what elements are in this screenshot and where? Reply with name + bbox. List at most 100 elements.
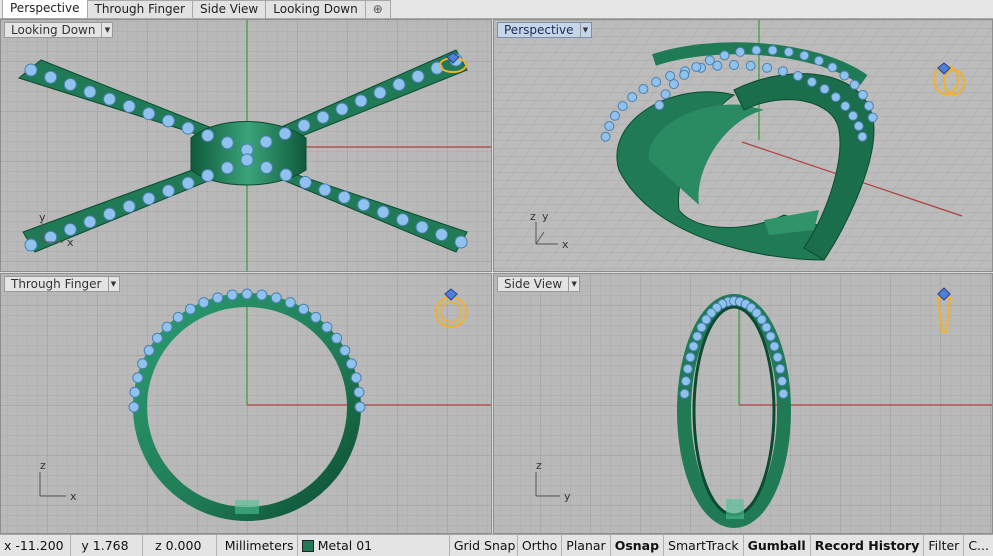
chevron-down-icon[interactable]: ▼: [568, 277, 579, 291]
gem: [376, 205, 390, 219]
gem: [735, 46, 746, 57]
gem: [435, 228, 449, 242]
tab-through-finger[interactable]: Through Finger: [86, 0, 193, 18]
gem: [411, 69, 425, 83]
gem: [63, 223, 77, 237]
chevron-down-icon[interactable]: ▼: [107, 277, 119, 291]
record-history-toggle[interactable]: Record History: [811, 535, 925, 556]
tab-looking-down[interactable]: Looking Down: [265, 0, 366, 18]
smarttrack-toggle[interactable]: SmartTrack: [664, 535, 744, 556]
more-options[interactable]: C...: [964, 535, 993, 556]
chevron-down-icon[interactable]: ▼: [579, 23, 591, 37]
gem: [181, 121, 195, 135]
viewport-label-looking-down[interactable]: Looking Down ▼: [4, 22, 114, 38]
units-display[interactable]: Millimeters: [217, 535, 298, 556]
gem: [849, 79, 860, 90]
osnap-toggle[interactable]: Osnap: [611, 535, 665, 556]
gem: [627, 92, 638, 103]
gem: [840, 101, 851, 112]
gem: [198, 297, 210, 309]
gem: [339, 345, 351, 356]
gem: [350, 372, 362, 384]
gem: [680, 376, 691, 387]
current-layer[interactable]: Metal 01: [298, 535, 450, 556]
viewport-label-through-finger[interactable]: Through Finger ▼: [4, 276, 120, 292]
gem: [181, 176, 195, 190]
gem: [24, 238, 38, 252]
gem: [259, 135, 273, 149]
gem: [682, 363, 693, 374]
gem: [857, 89, 868, 100]
tab-side-view[interactable]: Side View: [192, 0, 267, 18]
ortho-toggle[interactable]: Ortho: [518, 535, 563, 556]
filter-toggle[interactable]: Filter: [924, 535, 965, 556]
viewport-looking-down[interactable]: y x Looking Down ▼: [0, 19, 492, 272]
status-bar: x -11.200 y 1.768 z 0.000 Millimeters Me…: [0, 534, 993, 556]
gem: [279, 168, 293, 182]
gem: [609, 110, 620, 121]
viewport-label-perspective[interactable]: Perspective ▼: [497, 22, 592, 38]
gem: [751, 45, 762, 56]
gem: [373, 86, 387, 100]
planar-toggle[interactable]: Planar: [562, 535, 611, 556]
gem: [129, 386, 141, 398]
gem: [185, 303, 196, 315]
chevron-down-icon[interactable]: ▼: [101, 23, 112, 37]
gem: [137, 358, 149, 370]
gem: [745, 60, 756, 71]
tab-perspective[interactable]: Perspective: [2, 0, 88, 18]
gem: [651, 76, 662, 87]
gem: [778, 388, 789, 399]
gem: [604, 121, 615, 132]
layer-color-swatch: [301, 539, 314, 552]
gem: [345, 358, 357, 370]
gem: [298, 175, 312, 189]
gem: [256, 289, 268, 301]
gem: [284, 297, 296, 309]
gem: [24, 63, 38, 77]
coordinate-x: x -11.200: [0, 535, 72, 556]
gem: [357, 198, 371, 212]
gem: [762, 62, 773, 73]
gem: [142, 107, 156, 121]
viewport-title: Through Finger: [11, 277, 102, 291]
gem: [600, 131, 611, 142]
gem: [454, 235, 468, 249]
axis-z-label: z: [40, 459, 46, 472]
gem: [331, 332, 343, 344]
gem: [696, 322, 707, 333]
gem: [335, 102, 349, 116]
gem: [161, 321, 173, 333]
gumball-toggle[interactable]: Gumball: [744, 535, 811, 556]
gem: [765, 331, 776, 342]
gem: [692, 331, 703, 342]
gem: [853, 121, 864, 132]
viewport-label-side-view[interactable]: Side View ▼: [497, 276, 581, 292]
viewport-side-view[interactable]: z y Side View ▼: [493, 273, 993, 534]
viewport-through-finger[interactable]: z x Through Finger ▼: [0, 273, 492, 534]
gem: [660, 89, 671, 100]
gem: [814, 55, 824, 66]
viewport-tab-bar: Perspective Through Finger Side View Loo…: [0, 0, 993, 19]
gem: [278, 127, 292, 141]
gem: [128, 401, 140, 413]
coordinate-z: z 0.000: [143, 535, 217, 556]
gem: [161, 114, 175, 128]
gem: [848, 110, 859, 121]
add-tab-button[interactable]: ⊕: [364, 0, 391, 18]
layer-name: Metal 01: [317, 538, 373, 553]
gem: [172, 311, 184, 323]
gem: [392, 78, 406, 92]
gem: [226, 289, 238, 301]
viewport-perspective[interactable]: z y x Perspective ▼: [493, 19, 993, 272]
gem: [354, 94, 368, 108]
gem: [777, 66, 788, 77]
gem: [668, 79, 679, 90]
gem: [704, 55, 715, 66]
gem: [270, 292, 282, 304]
gem: [761, 322, 772, 333]
gem: [142, 192, 156, 206]
gem: [212, 292, 224, 304]
gem: [297, 118, 311, 132]
grid-snap-toggle[interactable]: Grid Snap: [450, 535, 518, 556]
